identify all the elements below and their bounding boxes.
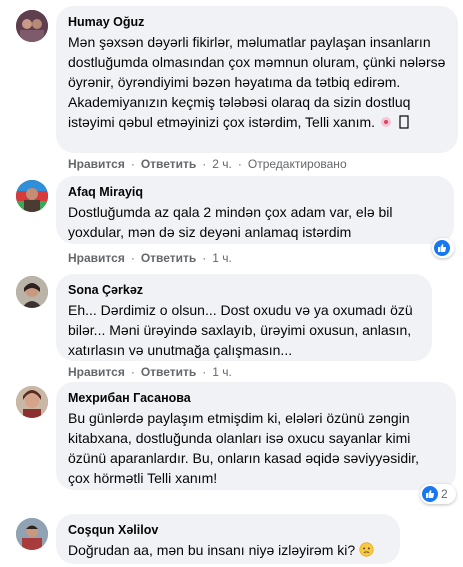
comment-text: Dostluğumda az qala 2 mindən çox adam va… — [68, 204, 393, 240]
avatar[interactable] — [16, 386, 48, 418]
comment-bubble: Мехрибан Гасанова Bu günlərdə paylaşım e… — [56, 382, 456, 490]
comment-bubble: Afaq Mirayiq Dostluğumda az qala 2 mində… — [56, 176, 454, 244]
comment-author[interactable]: Sona Çərkəz — [68, 282, 420, 298]
reply-button[interactable]: Ответить — [141, 156, 196, 172]
comment-text: Mən şəxsən dəyərli fikirlər, məlumatlar … — [68, 32, 446, 132]
comment-paragraph: Mən şəxsən dəyərli fikirlər, məlumatlar … — [68, 34, 446, 90]
comment-actions: Нравится · Ответить · 2 ч. · Отредактировано — [68, 156, 347, 172]
edited-label[interactable]: Отредактировано — [248, 156, 347, 172]
comment-coshqun-xelilov: Coşqun Xəlilov Doğrudan aa, mən bu insan… — [0, 512, 463, 567]
comment-author[interactable]: Мехрибан Гасанова — [68, 390, 444, 406]
avatar-photo-icon — [16, 518, 48, 550]
reaction-summary[interactable] — [432, 238, 454, 258]
comment-bubble: Sona Çərkəz Eh... Dərdimiz o olsun... Do… — [56, 274, 432, 361]
reaction-count: 2 — [441, 487, 448, 501]
comment-text: Doğrudan aa, mən bu insanı niyə izləyirə… — [68, 540, 388, 560]
comment-paragraph: Akademiyanızın keçmiş tələbəsi olaraq da… — [68, 94, 411, 130]
comment-time[interactable]: 1 ч. — [212, 364, 232, 380]
reply-button[interactable]: Ответить — [141, 364, 196, 380]
comment-mehriban-gasanova: Мехрибан Гасанова Bu günlərdə paylaşım e… — [0, 382, 463, 512]
missing-glyph-icon — [399, 115, 409, 129]
like-button[interactable]: Нравится — [68, 250, 125, 266]
reaction-summary[interactable]: 2 — [420, 484, 456, 504]
comment-sona-cerkez: Sona Çərkəz Eh... Dərdimiz o olsun... Do… — [0, 272, 463, 382]
flower-emoji-icon — [380, 117, 391, 127]
comment-bubble: Humay Oğuz Mən şəxsən dəyərli fikirlər, … — [56, 6, 458, 153]
avatar[interactable] — [16, 10, 48, 42]
avatar[interactable] — [16, 276, 48, 308]
avatar[interactable] — [16, 518, 48, 550]
avatar-photo-icon — [16, 10, 48, 42]
like-button[interactable]: Нравится — [68, 364, 125, 380]
like-button[interactable]: Нравится — [68, 156, 125, 172]
avatar-photo-icon — [16, 180, 48, 212]
comment-time[interactable]: 2 ч. — [212, 156, 232, 172]
like-reaction-icon — [434, 240, 450, 256]
comment-text: Eh... Dərdimiz o olsun... Dost oxudu və … — [68, 302, 413, 358]
comment-author[interactable]: Afaq Mirayiq — [68, 184, 442, 200]
like-reaction-icon — [422, 486, 438, 502]
thinking-face-emoji-icon — [359, 542, 374, 557]
comment-afaq-mirayiq: Afaq Mirayiq Dostluğumda az qala 2 mində… — [0, 176, 463, 271]
comment-actions: Нравится · Ответить · 1 ч. — [68, 250, 232, 266]
avatar[interactable] — [16, 180, 48, 212]
avatar-photo-icon — [16, 386, 48, 418]
comment-actions: Нравится · Ответить · 1 ч. — [68, 364, 232, 380]
comment-author[interactable]: Coşqun Xəlilov — [68, 522, 388, 538]
comment-author[interactable]: Humay Oğuz — [68, 14, 446, 30]
avatar-photo-icon — [16, 276, 48, 308]
comment-time[interactable]: 1 ч. — [212, 250, 232, 266]
comment-bubble: Coşqun Xəlilov Doğrudan aa, mən bu insan… — [56, 514, 400, 564]
comment-humay-oguz: Humay Oğuz Mən şəxsən dəyərli fikirlər, … — [0, 0, 463, 180]
comment-text: Bu günlərdə paylaşım etmişdim ki, elələr… — [68, 410, 419, 486]
reply-button[interactable]: Ответить — [141, 250, 196, 266]
